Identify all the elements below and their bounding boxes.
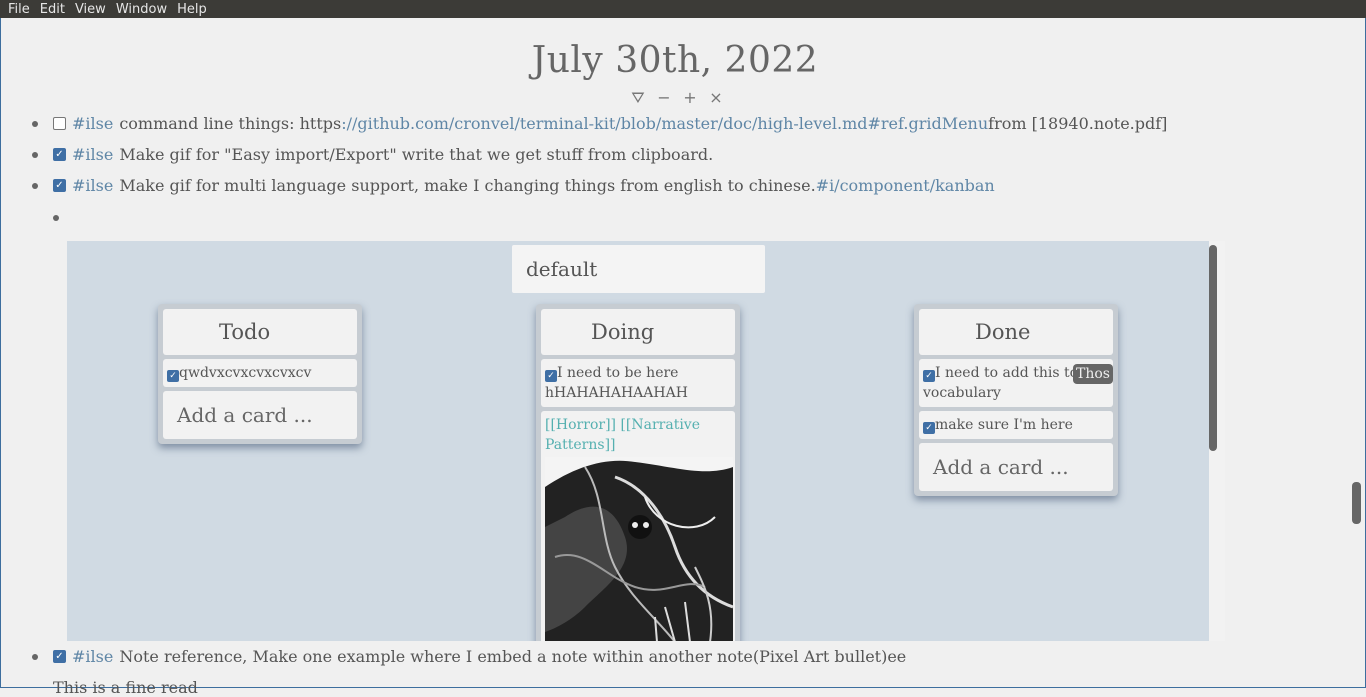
kanban-board: default Todo ✓ qwdvxcvxcvxcvxcv Add a car… — [67, 241, 1225, 641]
kanban-card[interactable]: [[Horror]] [[Narrative Patterns]] — [541, 411, 735, 641]
todo-checkbox[interactable]: ✓ — [53, 148, 66, 161]
list-item — [53, 215, 74, 221]
list-item: ✓ #ilse Make gif for "Easy import/Export… — [32, 145, 713, 164]
bullet-dot[interactable] — [32, 653, 38, 660]
kanban-card[interactable]: ✓ I need to add this to the vocabulary Th… — [919, 359, 1113, 407]
tag-link[interactable]: #ilse — [72, 114, 113, 133]
close-icon[interactable]: × — [708, 88, 724, 108]
tag-link[interactable]: #ilse — [72, 176, 113, 195]
bullet-text: command line things: https — [119, 114, 342, 133]
add-card-button[interactable]: Add a card ... — [163, 391, 357, 439]
bullet-suffix: from [18940.note.pdf] — [988, 114, 1168, 133]
kanban-column-doing: Doing ✓ I need to be here hHAHAHAHAAHAH [… — [536, 304, 740, 641]
kanban-card[interactable]: ✓ make sure I'm here — [919, 411, 1113, 439]
bullet-dot[interactable] — [32, 182, 38, 189]
list-item: ✓ #ilse Make gif for multi language supp… — [32, 176, 995, 195]
card-text: I need to be here hHAHAHAHAAHAH — [545, 365, 688, 401]
column-title[interactable]: Todo — [163, 309, 357, 355]
list-item: #ilse command line things: https ://gith… — [32, 114, 1167, 133]
title-toolbar: ⛛ − + × — [630, 88, 730, 108]
card-checkbox[interactable]: ✓ — [923, 370, 935, 382]
card-text: make sure I'm here — [935, 417, 1073, 433]
note-reference-link[interactable]: [[Horror]] [[Narrative Patterns]] — [545, 415, 731, 455]
bullet-dot[interactable] — [53, 215, 59, 221]
bullet-dot[interactable] — [32, 151, 38, 158]
page-scrollbar-thumb[interactable] — [1352, 482, 1361, 524]
card-text: qwdvxcvxcvxcvxcv — [179, 365, 312, 381]
bullet-dot[interactable] — [32, 120, 38, 127]
horror-artwork-image — [545, 457, 733, 641]
filter-icon[interactable]: ⛛ — [630, 88, 646, 108]
todo-checkbox[interactable] — [53, 117, 66, 130]
expand-icon[interactable]: + — [682, 88, 698, 108]
bullet-text: Note reference, Make one example where I… — [119, 647, 907, 666]
card-checkbox[interactable]: ✓ — [923, 422, 935, 434]
kanban-column-done: Done ✓ I need to add this to the vocabula… — [914, 304, 1118, 496]
kanban-card[interactable]: ✓ qwdvxcvxcvxcvxcv — [163, 359, 357, 387]
bullet-text: Make gif for multi language support, mak… — [119, 176, 816, 195]
tag-link[interactable]: #ilse — [72, 145, 113, 164]
kanban-card[interactable]: ✓ I need to be here hHAHAHAHAAHAH — [541, 359, 735, 407]
tag-link[interactable]: #ilse — [72, 647, 113, 666]
menu-bar: File Edit View Window Help — [0, 0, 1366, 18]
kanban-link[interactable]: #i/component/kanban — [816, 176, 995, 195]
bullet-text: Make gif for "Easy import/Export" write … — [119, 145, 714, 164]
column-title[interactable]: Done — [919, 309, 1113, 355]
todo-checkbox[interactable]: ✓ — [53, 179, 66, 192]
menu-file[interactable]: File — [8, 2, 30, 17]
collapse-icon[interactable]: − — [656, 88, 672, 108]
column-title[interactable]: Doing — [541, 309, 735, 355]
todo-checkbox[interactable]: ✓ — [53, 650, 66, 663]
url-link[interactable]: ://github.com/cronvel/terminal-kit/blob/… — [341, 114, 988, 133]
card-checkbox[interactable]: ✓ — [167, 370, 179, 382]
menu-window[interactable]: Window — [116, 2, 167, 17]
page-title: July 30th, 2022 — [531, 40, 819, 81]
list-item: ✓ #ilse Note reference, Make one example… — [32, 647, 906, 666]
board-title-input[interactable]: default — [512, 245, 765, 293]
menu-edit[interactable]: Edit — [40, 2, 65, 17]
board-scrollbar-thumb[interactable] — [1209, 245, 1217, 451]
kanban-column-todo: Todo ✓ qwdvxcvxcvxcvxcv Add a card ... — [158, 304, 362, 444]
menu-help[interactable]: Help — [177, 2, 207, 17]
card-checkbox[interactable]: ✓ — [545, 370, 557, 382]
tooltip-badge: Thos — [1073, 364, 1113, 384]
add-card-button[interactable]: Add a card ... — [919, 443, 1113, 491]
menu-view[interactable]: View — [75, 2, 106, 17]
